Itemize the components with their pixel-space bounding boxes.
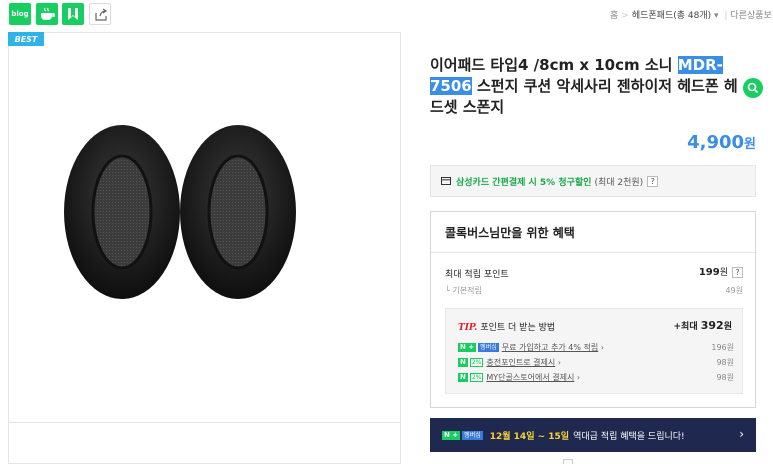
max-points-label: 최대 적립 포인트 (445, 270, 509, 280)
percent-badge: 2% (469, 373, 484, 382)
tip-max-value: 392 (700, 319, 724, 332)
tip-box: TIP. 포인트 더 받는 방법 +최대 392원 N + 멤버십 무료 가입하고 추… (445, 308, 743, 394)
max-points-help-button[interactable]: ? (732, 267, 743, 278)
title-text-end: 스펀지 쿠션 악세사리 젠하이저 헤드폰 헤드셋 스폰지 (430, 77, 738, 116)
tip-heading: TIP. 포인트 더 받는 방법 (458, 320, 555, 333)
share-icon[interactable] (89, 3, 111, 25)
card-discount-box: 삼성카드 간편결제 시 5% 청구할인 (최대 2천원) ? (430, 165, 756, 197)
card-discount-text: 삼성카드 간편결제 시 5% 청구할인 (456, 177, 592, 188)
thumbnail-strip (8, 423, 401, 464)
price-value: 4,900 (687, 132, 745, 153)
credit-card-icon (441, 177, 451, 185)
product-image[interactable] (60, 120, 300, 310)
breadcrumb-home[interactable]: 홈 (610, 11, 618, 21)
naver-plus-badge: N + (458, 343, 477, 352)
card-discount-help-button[interactable]: ? (647, 175, 659, 187)
tip-item-regular-store[interactable]: N 2% MY단골스토어에서 결제시 › 98원 (458, 372, 734, 383)
chevron-down-icon[interactable]: ▾ (711, 11, 721, 21)
tip-label: 포인트 더 받는 방법 (480, 323, 556, 333)
top-bar: blog 홈 > 헤드폰패드(총 48개) ▾ | 다른상품보 (0, 0, 773, 28)
blog-share-icon[interactable]: blog (9, 3, 31, 25)
post-share-icon[interactable] (62, 3, 84, 25)
banner-date: 12월 14일 ~ 15일 (489, 431, 570, 442)
cafe-share-icon[interactable] (36, 3, 58, 25)
chevron-right-icon: › (598, 343, 604, 352)
breadcrumb-separator-icon: > (621, 11, 629, 21)
breadcrumb: 홈 > 헤드폰패드(총 48개) ▾ | 다른상품보 (610, 8, 772, 21)
membership-promo-banner[interactable]: N + 멤버십 12월 14일 ~ 15일 역대급 적립 혜택을 드립니다! › (430, 418, 756, 452)
membership-badge: 멤버십 (478, 343, 499, 352)
chevron-right-icon[interactable]: › (739, 427, 744, 441)
tip-item-charge-points[interactable]: N 2% 충전포인트로 결제시 › 98원 (458, 357, 734, 368)
naver-plus-badge: N + (442, 430, 461, 440)
breadcrumb-category[interactable]: 헤드폰패드(총 48개) (632, 11, 711, 21)
lens-search-icon[interactable] (743, 78, 763, 98)
basic-points-label: 기본적립 (452, 286, 482, 295)
tip-item-points: 98원 (716, 358, 734, 367)
divider (431, 252, 755, 253)
tip-max-unit: 원 (723, 322, 732, 332)
breadcrumb-divider: | (724, 11, 728, 21)
breadcrumb-other-products[interactable]: 다른상품보 (730, 11, 771, 21)
max-points-row: 최대 적립 포인트 199원? (445, 267, 743, 280)
tip-item-text[interactable]: 무료 가입하고 추가 4% 적립 (502, 343, 598, 352)
product-price: 4,900원 (687, 132, 756, 153)
chevron-right-icon: › (574, 373, 581, 382)
card-discount-note: (최대 2천원) (594, 177, 644, 188)
title-text-start: 이어패드 타입4 /8cm x 10cm 소니 (430, 56, 678, 74)
basic-points-value: 49원 (725, 286, 743, 295)
percent-badge: 2% (469, 358, 484, 367)
membership-badge: 멤버십 (462, 430, 483, 440)
tip-item-points: 196원 (711, 343, 734, 352)
naver-badge: N (458, 373, 468, 382)
max-points-amount: 199원? (699, 265, 743, 278)
benefits-heading: 콜록버스님만을 위한 혜택 (445, 226, 575, 240)
tip-word: TIP. (458, 323, 478, 333)
tip-item-membership[interactable]: N + 멤버십 무료 가입하고 추가 4% 적립 › 196원 (458, 342, 734, 353)
best-badge: BEST (8, 32, 44, 46)
tip-item-text[interactable]: 충전포인트로 결제시 (486, 358, 555, 367)
product-title: 이어패드 타입4 /8cm x 10cm 소니 MDR-7506 스펀지 쿠션 … (430, 55, 750, 118)
naver-badge: N (458, 358, 468, 367)
benefits-panel: 콜록버스님만을 위한 혜택 최대 적립 포인트 199원? └ 기본적립 49원… (430, 211, 756, 408)
tip-max-prefix: +최대 (673, 322, 698, 332)
max-points-value: 199 (698, 267, 720, 278)
chevron-right-icon: › (555, 358, 561, 367)
max-points-unit: 원 (719, 268, 728, 278)
tip-item-text[interactable]: MY단골스토어에서 결제시 (486, 373, 574, 382)
banner-text: 역대급 적립 혜택을 드립니다! (573, 431, 685, 442)
basic-points-row: └ 기본적립 49원 (445, 285, 743, 296)
bottom-help-icon[interactable] (563, 459, 573, 464)
price-unit: 원 (744, 137, 756, 152)
tip-item-points: 98원 (716, 373, 734, 382)
tip-max-points: +최대 392원 (674, 319, 733, 332)
